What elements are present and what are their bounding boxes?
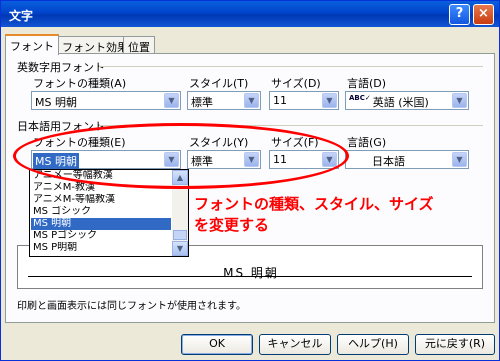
western-size-label: サイズ(D) [271, 77, 321, 90]
font-note: 印刷と画面表示には同じフォントが使用されます。 [17, 301, 246, 312]
asian-group-label: 日本語用フォント [17, 120, 105, 133]
dropdown-scrollbar[interactable]: ▲ ▼ [172, 170, 188, 256]
reset-button[interactable]: 元に戻す(R) [415, 334, 495, 355]
asian-font-value: MS 明朝 [33, 153, 79, 169]
western-style-value: 標準 [191, 96, 213, 109]
character-dialog: 文字 ? × フォント フォント効果 位置 英数字用フォント フォントの種類(A… [0, 0, 500, 361]
western-group-label: 英数字用フォント [17, 61, 105, 74]
asian-style-label: スタイル(Y) [189, 136, 249, 149]
list-item[interactable]: MS ゴシック [31, 206, 171, 218]
chevron-down-icon[interactable]: ▼ [452, 93, 467, 108]
annotation-line-1: フォントの種類、スタイル、サイズ [194, 195, 434, 213]
title-bar[interactable]: 文字 ? × [1, 1, 499, 27]
font-dropdown-list[interactable]: アニメー等幅教漢 アニメM-教漢 アニメM-等幅教漢 MS ゴシック MS 明朝… [29, 169, 189, 257]
asian-size-value: 11 [273, 153, 287, 166]
asian-style-combo[interactable]: 標準 ▼ [187, 150, 261, 169]
western-font-value: MS 明朝 [35, 96, 77, 109]
chevron-down-icon[interactable]: ▼ [452, 152, 467, 167]
scrollbar-thumb[interactable] [173, 230, 187, 240]
western-language-combo[interactable]: ABC✓ 英語 (米国) ▼ [345, 91, 469, 110]
preview-baseline [28, 276, 472, 277]
western-style-label: スタイル(T) [189, 77, 249, 90]
chevron-down-icon[interactable]: ▼ [164, 152, 179, 167]
tab-font-effects[interactable]: フォント効果 [57, 36, 133, 54]
western-group-divider [99, 66, 483, 67]
asian-font-label: フォントの種類(E) [33, 136, 126, 149]
western-font-label: フォントの種類(A) [33, 77, 127, 90]
close-icon[interactable]: × [473, 4, 494, 25]
chevron-down-icon[interactable]: ▼ [244, 93, 259, 108]
asian-size-combo[interactable]: 11 ▼ [269, 150, 339, 169]
tab-position[interactable]: 位置 [123, 36, 155, 54]
list-item[interactable]: MS Pゴシック [31, 230, 171, 242]
asian-size-label: サイズ(F) [271, 136, 319, 149]
asian-language-combo[interactable]: 日本語 ▼ [345, 150, 469, 169]
list-item[interactable]: アニメM-等幅教漢 [31, 194, 171, 206]
chevron-up-icon[interactable]: ▲ [172, 170, 188, 185]
annotation-text: フォントの種類、スタイル、サイズ を変更する [194, 194, 434, 236]
chevron-down-icon[interactable]: ▼ [244, 152, 259, 167]
annotation-line-2: を変更する [194, 216, 270, 234]
chevron-down-icon[interactable]: ▼ [322, 152, 337, 167]
abc-icon: ABC✓ [349, 94, 371, 102]
help-icon[interactable]: ? [449, 4, 470, 25]
western-language-wrap: ABC✓ 英語 (米国) [349, 94, 429, 110]
western-size-combo[interactable]: 11 ▼ [269, 91, 339, 110]
western-size-value: 11 [273, 94, 287, 107]
preview-text: MS 明朝 [223, 266, 279, 280]
asian-style-value: 標準 [191, 155, 213, 168]
chevron-down-icon[interactable]: ▼ [164, 93, 179, 108]
window-title: 文字 [9, 9, 34, 23]
asian-group-divider [99, 125, 483, 126]
list-item[interactable]: アニメー等幅教漢 [31, 170, 171, 182]
ok-button[interactable]: OK [181, 334, 253, 355]
cancel-button[interactable]: キャンセル [259, 334, 331, 355]
list-item[interactable]: アニメM-教漢 [31, 182, 171, 194]
asian-language-value: 日本語 [372, 155, 405, 168]
help-button[interactable]: ヘルプ(H) [337, 334, 409, 355]
list-item-selected[interactable]: MS 明朝 [31, 218, 171, 230]
asian-font-combo[interactable]: MS 明朝 ▼ [31, 150, 181, 169]
list-item[interactable]: MS P明朝 [31, 242, 171, 254]
western-style-combo[interactable]: 標準 ▼ [187, 91, 261, 110]
western-language-label: 言語(D) [347, 77, 387, 90]
western-language-value: 英語 (米国) [372, 96, 429, 109]
chevron-down-icon[interactable]: ▼ [172, 241, 188, 256]
chevron-down-icon[interactable]: ▼ [322, 93, 337, 108]
western-font-combo[interactable]: MS 明朝 ▼ [31, 91, 181, 110]
asian-language-label: 言語(G) [347, 136, 387, 149]
tab-font[interactable]: フォント [5, 34, 59, 55]
